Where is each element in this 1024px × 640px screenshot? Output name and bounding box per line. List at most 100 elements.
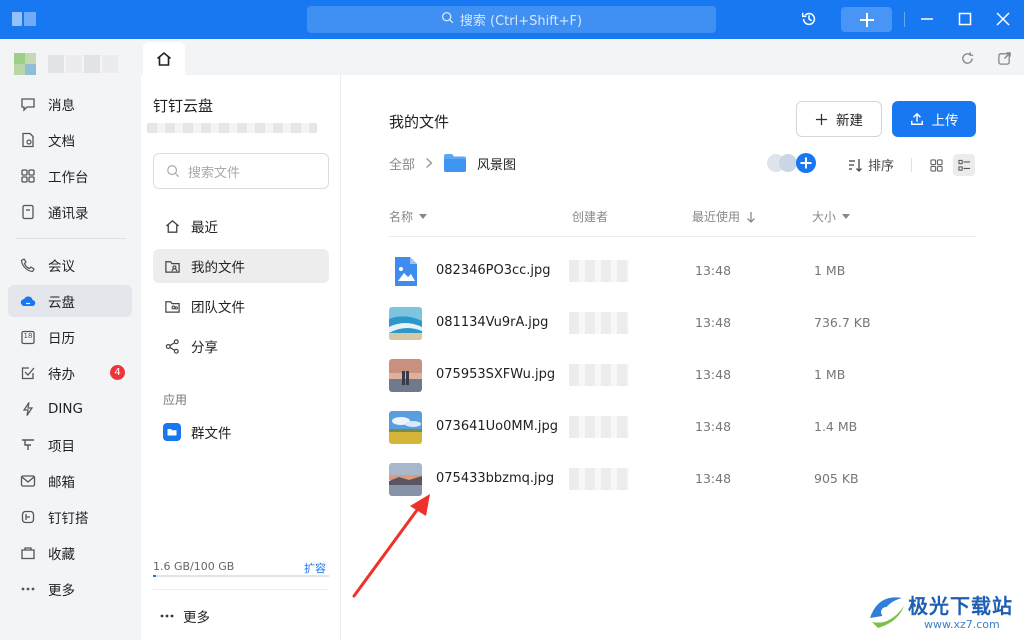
drive-item-my-files[interactable]: 我的文件 [153,249,329,283]
drive-item-recent[interactable]: 最近 [153,209,329,243]
file-row[interactable]: 081134Vu9rA.jpg 13:48 736.7 KB [389,297,976,349]
breadcrumb-root[interactable]: 全部 [389,154,415,173]
close-icon[interactable] [992,8,1014,30]
nav-item-drive[interactable]: 云盘 [8,285,132,317]
column-header-recent[interactable]: 最近使用 [692,208,756,225]
nav-item-meeting[interactable]: 会议 [8,249,132,281]
image-thumbnail [389,359,422,392]
nav-item-ding[interactable]: DING [8,393,132,425]
nav-item-projects[interactable]: 项目 [8,429,132,461]
search-icon [441,11,454,28]
drive-item-share[interactable]: 分享 [153,329,329,363]
sort-icon [849,158,862,172]
mail-icon [20,473,36,489]
nav-item-calendar[interactable]: 18 日历 [8,321,132,353]
storage-progress-bar [153,575,329,577]
cloud-icon [20,293,36,309]
nav-divider [16,238,126,239]
team-folder-icon [163,297,181,315]
expand-storage-link[interactable]: 扩容 [304,560,326,576]
arrow-down-icon [747,211,755,223]
file-name: 075953SXFWu.jpg [436,367,556,382]
drive-item-label: 分享 [191,340,218,356]
upload-button[interactable]: 上传 [892,101,976,137]
nav-item-label: 钉钉搭 [48,511,89,527]
search-icon [167,165,180,178]
nav-item-label: 待办 [48,367,75,383]
nav-item-contacts[interactable]: 通讯录 [8,196,132,228]
column-header-name[interactable]: 名称 [389,208,428,225]
plus-icon [859,12,874,27]
creator-redacted [569,364,629,386]
file-size: 1 MB [814,367,846,382]
nav-item-label: 邮箱 [48,475,75,491]
nav-item-label: 项目 [48,439,75,455]
creator-redacted [569,260,629,282]
upload-button-label: 上传 [931,113,959,129]
drive-item-label: 团队文件 [191,300,245,316]
share-icon [163,337,181,355]
column-header-size[interactable]: 大小 [812,208,851,225]
upload-icon [910,112,923,125]
phone-icon [20,257,36,273]
global-search-input[interactable]: 搜索 (Ctrl+Shift+F) [307,6,716,33]
nav-item-favorites[interactable]: 收藏 [8,537,132,569]
file-size: 1.4 MB [814,419,858,434]
nav-item-messages[interactable]: 消息 [8,88,132,120]
nav-item-label: 通讯录 [48,206,89,222]
refresh-icon[interactable] [959,50,975,66]
drive-item-team-files[interactable]: 团队文件 [153,289,329,323]
nav-item-label: 消息 [48,98,75,114]
app-item-label: 群文件 [191,426,232,442]
annotation-arrow [352,494,430,598]
file-row[interactable]: 075953SXFWu.jpg 13:48 1 MB [389,349,976,401]
drive-more-button[interactable]: 更多 [159,606,210,626]
calendar-day: 18 [23,332,33,340]
user-profile[interactable] [14,51,122,77]
file-row[interactable]: 073641Uo0MM.jpg 13:48 1.4 MB [389,401,976,453]
storage-progress-fill [153,575,156,577]
maximize-icon[interactable] [954,8,976,30]
nav-item-mail[interactable]: 邮箱 [8,465,132,497]
collaborators[interactable] [766,152,818,174]
new-button[interactable]: 新建 [796,101,882,137]
list-view-icon[interactable] [953,154,975,176]
left-navigation: 消息 文档 工作台 通讯录 会议 云盘 18 日历 待办 4 DING 项目 邮… [0,39,141,640]
user-folder-icon [163,257,181,275]
file-row[interactable]: 082346PO3cc.jpg 13:48 1 MB [389,245,976,297]
nav-item-workbench[interactable]: 工作台 [8,160,132,192]
grid-view-icon[interactable] [927,156,945,174]
nav-item-docs[interactable]: 文档 [8,124,132,156]
file-search-placeholder: 搜索文件 [188,165,241,181]
image-thumbnail [389,307,422,340]
file-time: 13:48 [695,315,732,330]
nav-item-builder[interactable]: 钉钉搭 [8,501,132,533]
storage-usage: 1.6 GB/100 GB [153,560,235,573]
org-name-redacted [147,123,317,133]
home-icon [163,217,181,235]
sort-button[interactable]: 排序 [848,155,894,174]
new-button-label: 新建 [836,113,863,129]
file-search-input[interactable]: 搜索文件 [153,153,329,189]
app-item-group-files[interactable]: 群文件 [153,415,329,449]
file-size: 905 KB [814,471,859,486]
home-icon [156,51,172,66]
caret-down-icon [419,213,428,219]
apps-section-heading: 应用 [163,393,188,407]
history-icon[interactable] [798,8,820,30]
creator-redacted [569,468,629,490]
title-bar: 搜索 (Ctrl+Shift+F) [0,0,1024,39]
create-plus-button[interactable] [841,7,892,32]
contacts-icon [20,204,36,220]
file-time: 13:48 [695,471,732,486]
tab-home[interactable] [143,42,185,75]
minimize-icon[interactable] [916,8,938,30]
file-time: 13:48 [695,263,732,278]
nav-item-more[interactable]: 更多 [8,573,132,605]
file-row[interactable]: 075433bbzmq.jpg 13:48 905 KB [389,453,976,505]
page-title: 我的文件 [389,113,450,131]
open-window-icon[interactable] [996,50,1012,66]
nav-item-label: 文档 [48,134,75,150]
view-divider [911,158,912,172]
drive-title: 钉钉云盘 [153,97,214,115]
